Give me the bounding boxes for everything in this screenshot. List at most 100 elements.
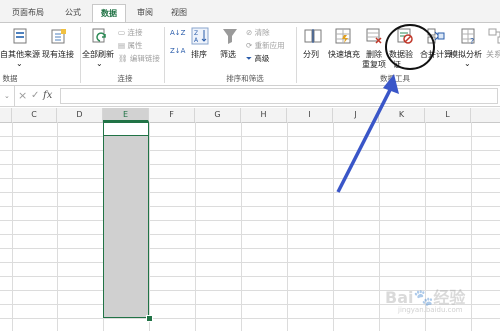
chevron-down-icon: ⌄ xyxy=(464,59,471,68)
chevron-down-icon: ⌄ xyxy=(16,59,23,68)
grid-column-line xyxy=(379,122,380,331)
data-validation-icon xyxy=(397,28,413,44)
flash-fill-icon xyxy=(335,28,351,44)
advanced-label: 高级 xyxy=(254,54,270,63)
column-header-d[interactable]: D xyxy=(57,108,103,122)
grid-row-line xyxy=(0,262,500,263)
svg-text:?: ? xyxy=(470,37,474,45)
reapply-label: 重新应用 xyxy=(254,41,285,50)
relationships-label: 关系 xyxy=(486,50,500,59)
column-header-c[interactable]: C xyxy=(12,108,57,122)
grid-row-line xyxy=(0,150,500,151)
text-to-columns-label: 分列 xyxy=(303,50,319,59)
grid-column-line xyxy=(241,122,242,331)
column-header-e[interactable]: E xyxy=(103,108,149,122)
what-if-analysis-button[interactable]: ? 模拟分析 ⌄ xyxy=(450,27,486,68)
tab-review[interactable]: 审阅 xyxy=(130,4,160,22)
edit-links-button[interactable]: ⛓ 编辑链接 xyxy=(118,53,160,65)
filter-label: 筛选 xyxy=(220,50,236,59)
column-header-f[interactable]: F xyxy=(149,108,195,122)
column-header-j[interactable]: J xyxy=(333,108,379,122)
active-cell[interactable] xyxy=(103,122,149,136)
column-header-h[interactable]: H xyxy=(241,108,287,122)
what-if-analysis-icon: ? xyxy=(461,28,475,45)
grid-row-line xyxy=(0,206,500,207)
filter-icon xyxy=(223,29,237,44)
group-label-sort-filter: 排序和筛选 xyxy=(226,74,264,83)
tab-view[interactable]: 视图 xyxy=(164,4,194,22)
cancel-icon[interactable]: × xyxy=(18,88,28,104)
grid-column-line xyxy=(333,122,334,331)
tab-page-layout[interactable]: 页面布局 xyxy=(4,4,52,22)
consolidate-button[interactable]: 合并计算 xyxy=(420,27,452,67)
column-header-overflow xyxy=(471,108,500,122)
enter-icon[interactable]: ✓ xyxy=(31,88,41,104)
grid-row-line xyxy=(0,234,500,235)
watermark-text: 经验 xyxy=(433,288,466,307)
filter-button[interactable]: 筛选 xyxy=(218,27,242,67)
column-header-l[interactable]: L xyxy=(425,108,471,122)
data-validation-label-2: 证 xyxy=(393,60,401,69)
formula-bar: ⌄ × ✓ fx xyxy=(0,86,500,107)
watermark-logo: Bai🐾经验 xyxy=(385,284,465,308)
tab-data[interactable]: 数据 xyxy=(92,4,126,23)
watermark-brand: Bai xyxy=(385,288,414,307)
grid-row-line xyxy=(0,318,500,319)
sort-button[interactable]: ZA 排序 xyxy=(188,27,212,67)
clear-label: 清除 xyxy=(254,28,270,37)
fill-handle[interactable] xyxy=(146,315,153,322)
grid-row-line xyxy=(0,178,500,179)
formula-input[interactable] xyxy=(60,88,498,104)
grid-row-line xyxy=(0,164,500,165)
chevron-down-icon: ⌄ xyxy=(96,59,103,68)
watermark-url: jingyan.baidu.com xyxy=(398,306,463,314)
edit-links-icon: ⛓ xyxy=(118,54,130,63)
ribbon-tab-bar: 页面布局 公式 数据 审阅 视图 xyxy=(0,0,500,23)
sort-icon: ZA xyxy=(191,27,209,45)
from-other-sources-button[interactable]: 自其他来源 ⌄ xyxy=(0,27,40,68)
column-header-i[interactable]: I xyxy=(287,108,333,122)
grid-row-line xyxy=(0,136,500,137)
remove-duplicates-button[interactable]: 删除 重复项 xyxy=(360,27,388,69)
properties-button[interactable]: ▤ 属性 xyxy=(118,40,142,52)
grid-column-line xyxy=(287,122,288,331)
edit-links-label: 编辑链接 xyxy=(129,54,160,63)
existing-connections-button[interactable]: 现有连接 xyxy=(42,27,78,67)
connections-button[interactable]: ▭ 连接 xyxy=(118,27,142,39)
connections-label: 连接 xyxy=(127,28,143,37)
existing-connections-label: 现有连接 xyxy=(42,50,74,59)
text-to-columns-button[interactable]: 分列 xyxy=(300,27,326,67)
sort-descending-button[interactable]: Z↓A xyxy=(170,45,185,57)
clear-button[interactable]: ⊘ 清除 xyxy=(246,27,270,39)
grid-column-line xyxy=(149,122,150,331)
name-box-dropdown-icon[interactable]: ⌄ xyxy=(4,88,10,104)
column-headers: C D E F G H I J K L xyxy=(0,108,500,123)
sort-ascending-button[interactable]: A↓Z xyxy=(170,27,185,39)
worksheet-grid[interactable]: Bai🐾经验 jingyan.baidu.com xyxy=(0,122,500,331)
refresh-all-button[interactable]: 全部刷新 ⌄ xyxy=(82,27,118,68)
grid-column-line xyxy=(195,122,196,331)
sort-label: 排序 xyxy=(191,50,207,59)
properties-label: 属性 xyxy=(127,41,143,50)
tab-formulas[interactable]: 公式 xyxy=(56,4,90,22)
advanced-button[interactable]: ⏷ 高级 xyxy=(246,53,269,65)
group-separator xyxy=(80,27,81,83)
grid-row-line xyxy=(0,192,500,193)
relationships-button[interactable]: 关系 xyxy=(486,27,500,67)
divider xyxy=(14,86,15,106)
ribbon-data: 自其他来源 ⌄ 现有连接 数据 全部刷新 ⌄ ▭ 连接 ▤ 属性 ⛓ 编辑链接 … xyxy=(0,22,500,86)
flash-fill-button[interactable]: 快速填充 xyxy=(326,27,360,67)
grid-row-line xyxy=(0,248,500,249)
column-header-g[interactable]: G xyxy=(195,108,241,122)
selected-column-range[interactable] xyxy=(103,122,149,318)
grid-row-line xyxy=(0,220,500,221)
clear-icon: ⊘ xyxy=(246,28,255,37)
grid-column-line xyxy=(471,122,472,331)
column-header-k[interactable]: K xyxy=(379,108,425,122)
insert-function-icon[interactable]: fx xyxy=(43,88,57,104)
data-validation-button[interactable]: 数据验 证 xyxy=(388,27,422,69)
reapply-button[interactable]: ⟳ 重新应用 xyxy=(246,40,285,52)
select-all-corner[interactable] xyxy=(0,108,12,122)
group-label-connections: 连接 xyxy=(117,74,133,83)
grid-column-line xyxy=(12,122,13,331)
